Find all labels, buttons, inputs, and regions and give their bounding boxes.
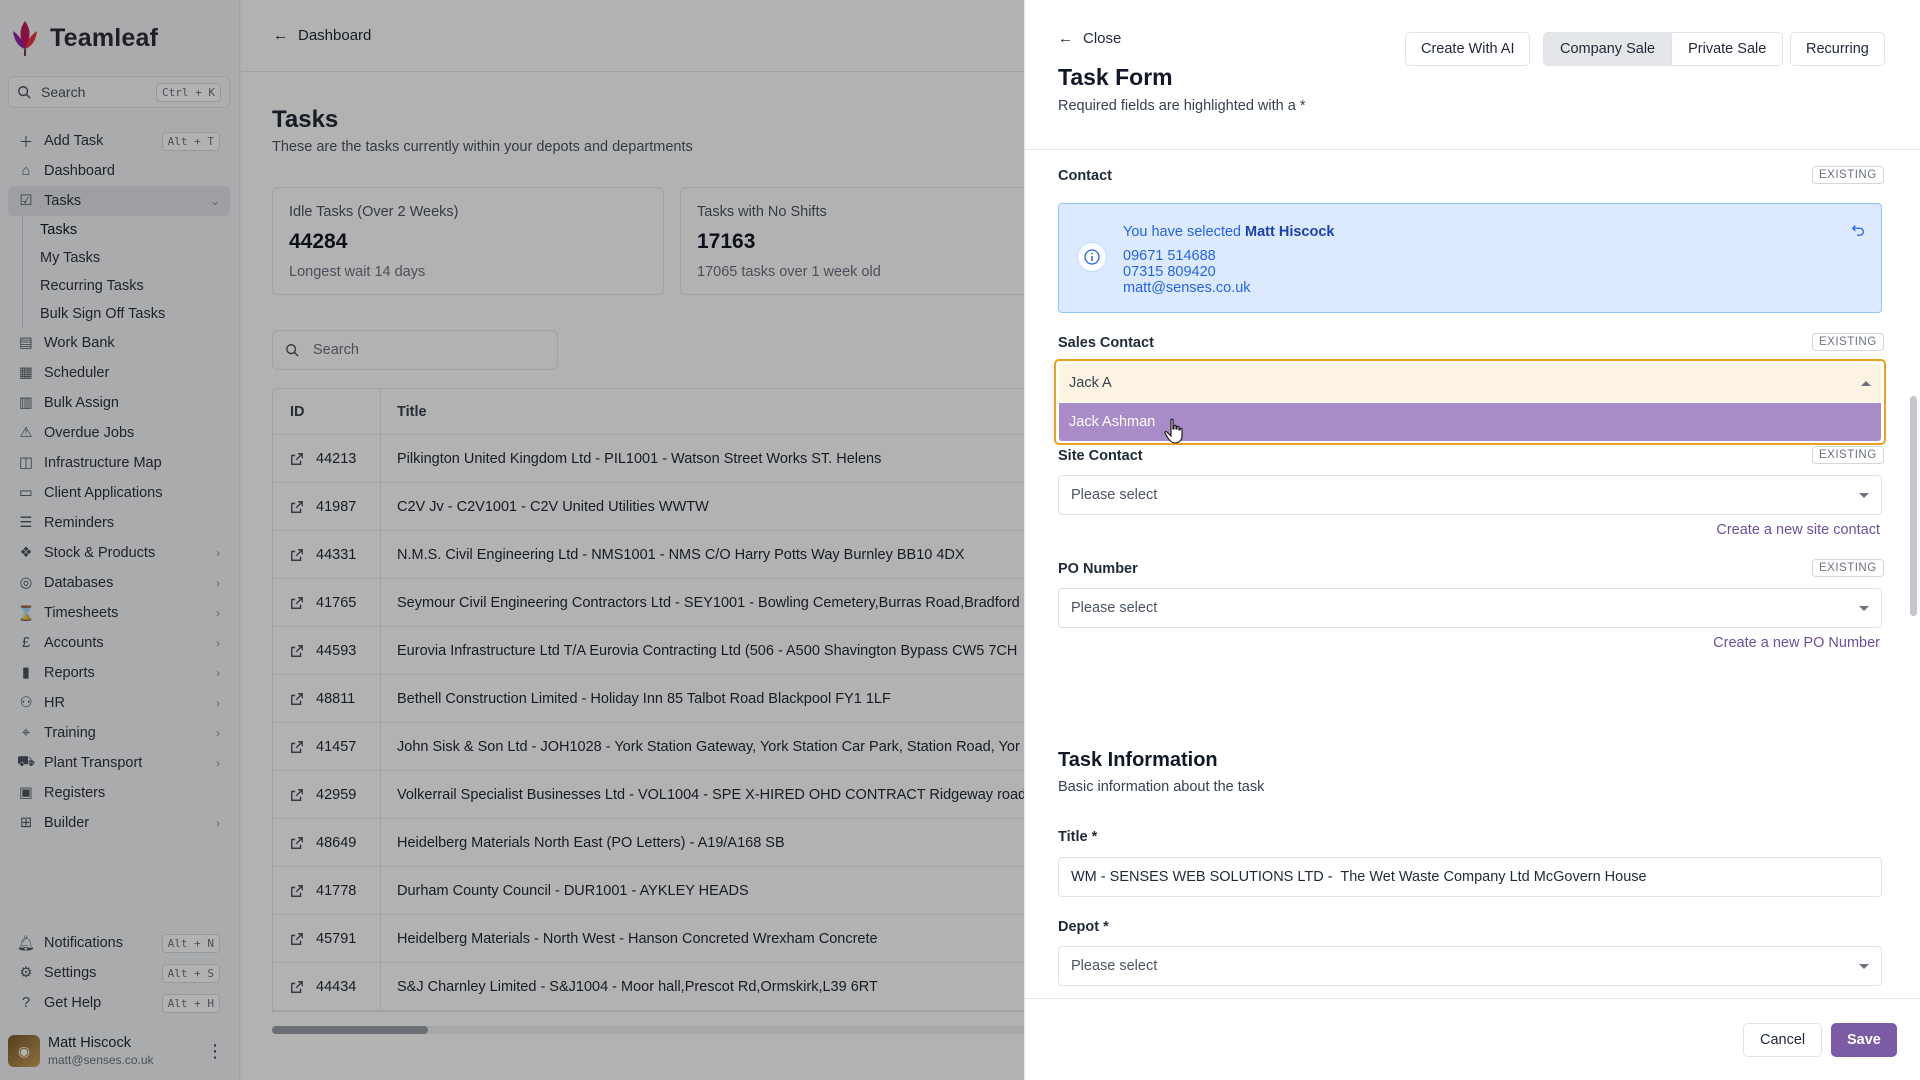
- create-po-number-link[interactable]: Create a new PO Number: [1713, 635, 1880, 651]
- close-button[interactable]: ← Close: [1058, 30, 1121, 47]
- contact-phone-2[interactable]: 07315 809420: [1123, 264, 1216, 280]
- existing-badge[interactable]: EXISTING: [1812, 166, 1884, 184]
- sales-contact-label: Sales Contact: [1058, 335, 1154, 351]
- save-button[interactable]: Save: [1831, 1023, 1897, 1057]
- sale-type-toggle: Company Sale Private Sale: [1543, 32, 1784, 66]
- undo-icon[interactable]: [1851, 223, 1865, 242]
- create-with-ai-button[interactable]: Create With AI: [1405, 32, 1531, 66]
- company-sale-button[interactable]: Company Sale: [1544, 33, 1672, 65]
- existing-badge[interactable]: EXISTING: [1812, 333, 1884, 351]
- task-information-subtitle: Basic information about the task: [1058, 779, 1265, 795]
- site-contact-label: Site Contact: [1058, 448, 1143, 464]
- chevron-down-icon: [1859, 963, 1869, 969]
- chevron-down-icon: [1859, 605, 1869, 611]
- depot-field-label: Depot *: [1058, 919, 1109, 935]
- title-input[interactable]: WM - SENSES WEB SOLUTIONS LTD - The Wet …: [1058, 857, 1882, 897]
- title-field-label: Title *: [1058, 829, 1098, 845]
- contact-label: Contact: [1058, 168, 1112, 184]
- depot-select[interactable]: Please select: [1058, 946, 1882, 986]
- selected-contact-name: Matt Hiscock: [1245, 224, 1335, 240]
- modal-backdrop[interactable]: [0, 0, 1024, 1080]
- form-subtitle: Required fields are highlighted with a *: [1058, 98, 1306, 114]
- arrow-left-icon: ←: [1058, 30, 1073, 47]
- contact-email[interactable]: matt@senses.co.uk: [1123, 280, 1251, 296]
- chevron-down-icon: [1859, 492, 1869, 498]
- drawer-body: Contact EXISTING You have selected Matt …: [1025, 151, 1920, 998]
- create-site-contact-link[interactable]: Create a new site contact: [1716, 522, 1880, 538]
- selected-contact-title: You have selected Matt Hiscock: [1123, 224, 1335, 240]
- private-sale-button[interactable]: Private Sale: [1671, 33, 1783, 65]
- chevron-up-icon: [1861, 380, 1871, 386]
- recurring-button[interactable]: Recurring: [1790, 32, 1885, 66]
- drawer-scrollbar[interactable]: [1910, 151, 1917, 998]
- po-number-select[interactable]: Please select: [1058, 588, 1882, 628]
- drawer-header: ← Close Task Form Required fields are hi…: [1025, 0, 1920, 150]
- info-icon: [1077, 242, 1107, 272]
- existing-badge[interactable]: EXISTING: [1812, 446, 1884, 464]
- task-information-title: Task Information: [1058, 749, 1218, 771]
- contact-phone-1[interactable]: 09671 514688: [1123, 248, 1216, 264]
- sales-contact-input[interactable]: Jack A: [1059, 364, 1881, 402]
- drawer-footer: Cancel Save: [1025, 998, 1920, 1080]
- existing-badge[interactable]: EXISTING: [1812, 559, 1884, 577]
- po-number-label: PO Number: [1058, 561, 1138, 577]
- selected-contact-card: You have selected Matt Hiscock 09671 514…: [1058, 203, 1882, 313]
- form-title: Task Form: [1058, 64, 1173, 90]
- task-form-drawer: ← Close Task Form Required fields are hi…: [1024, 0, 1920, 1080]
- site-contact-select[interactable]: Please select: [1058, 475, 1882, 515]
- hand-cursor-icon: [1164, 418, 1183, 444]
- cancel-button[interactable]: Cancel: [1743, 1023, 1823, 1057]
